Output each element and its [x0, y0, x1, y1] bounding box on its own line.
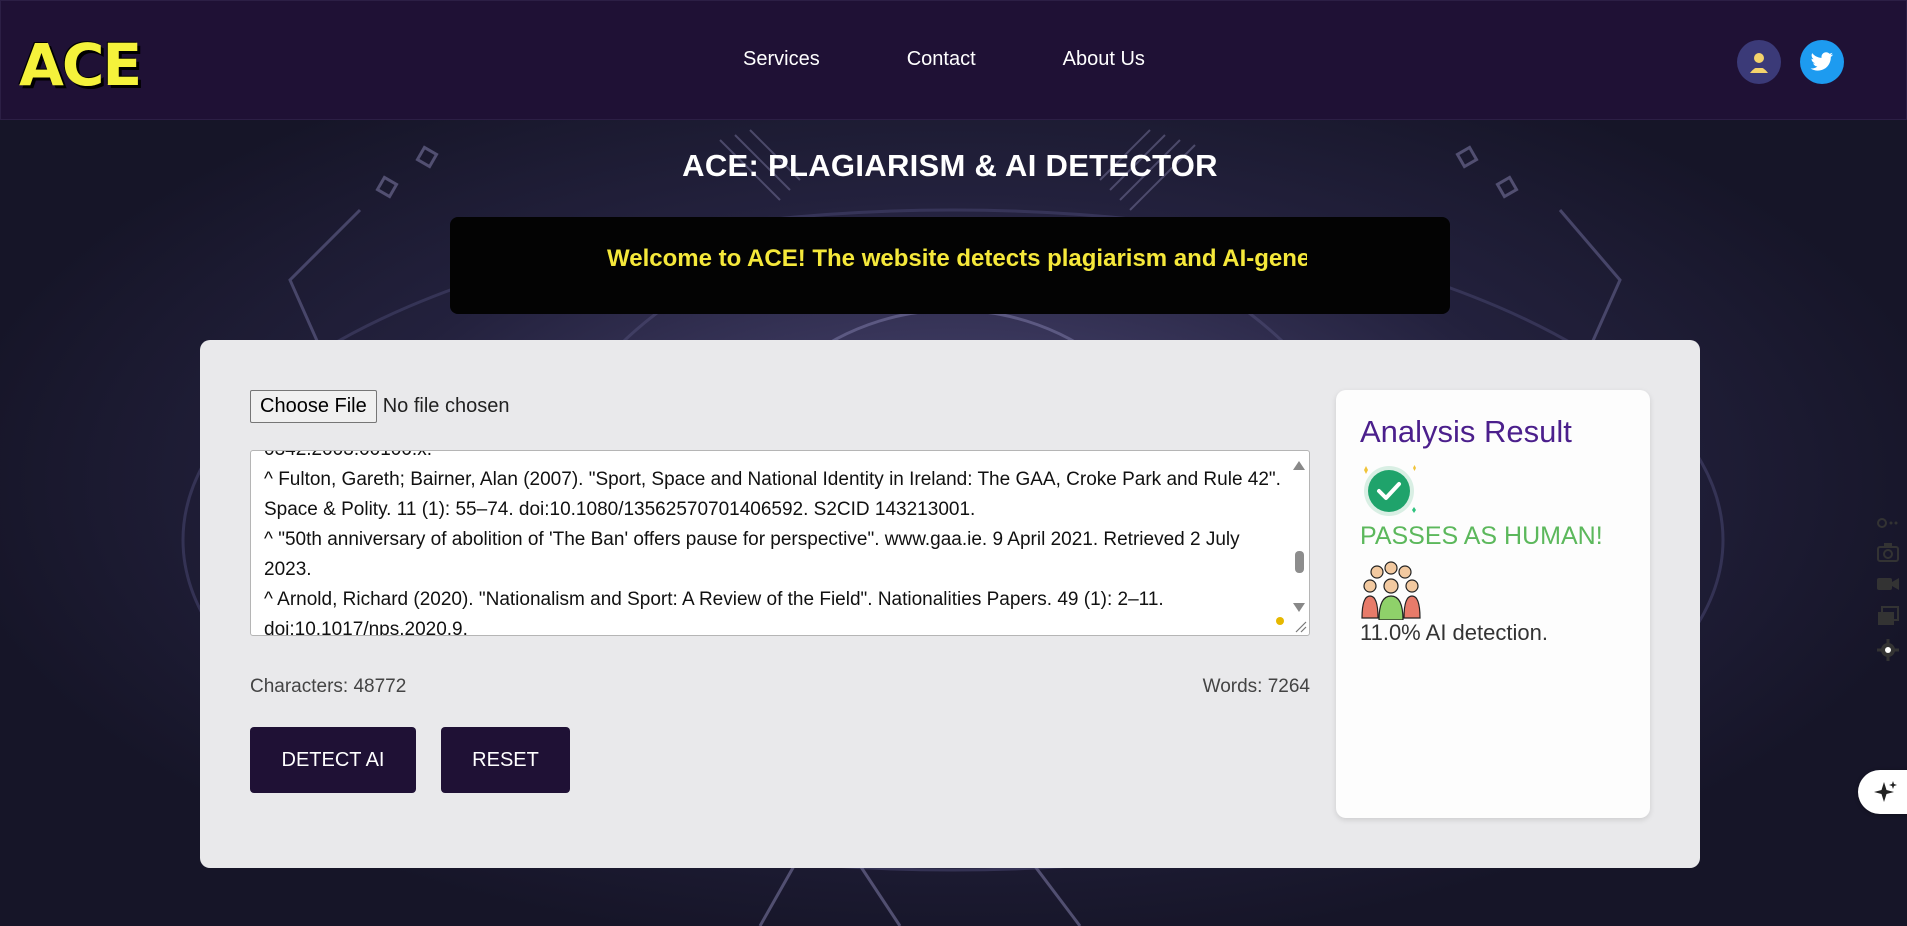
video-icon[interactable]	[1876, 572, 1900, 596]
gear-icon[interactable]	[1876, 638, 1900, 662]
people-group-icon	[1361, 561, 1421, 620]
character-count: Characters: 48772	[250, 676, 407, 697]
ace-logo[interactable]: ACE	[19, 31, 142, 99]
scroll-up-icon[interactable]	[1293, 461, 1305, 470]
welcome-banner: Welcome to ACE! The website detects plag…	[450, 217, 1450, 314]
result-title: Analysis Result	[1360, 414, 1572, 449]
verdict-text: PASSES AS HUMAN!	[1360, 522, 1603, 550]
page-title: ACE: PLAGIARISM & AI DETECTOR	[682, 148, 1218, 183]
nav-link-about-us[interactable]: About Us	[1063, 48, 1145, 71]
nav-links: Services Contact About Us	[743, 48, 1232, 71]
camera-icon[interactable]	[1876, 540, 1900, 564]
textarea-scrollbar[interactable]	[1289, 451, 1309, 635]
detect-ai-button[interactable]: DETECT AI	[250, 727, 416, 793]
file-upload: Choose File No file chosen	[250, 390, 509, 423]
windows-icon[interactable]	[1876, 604, 1900, 628]
sparkle-icon	[1874, 781, 1897, 802]
analysis-result-card: Analysis Result PASSES AS HUMAN! 11.0% A…	[1336, 390, 1650, 818]
word-count: Words: 7264	[1202, 676, 1310, 697]
assistant-fab[interactable]	[1858, 770, 1907, 814]
ai-detection-percentage: 11.0% AI detection.	[1360, 620, 1548, 645]
scroll-down-icon[interactable]	[1293, 603, 1305, 612]
text-input-area[interactable]: 0342.2003.00100.x. ^ Fulton, Gareth; Bai…	[250, 450, 1310, 636]
reset-button[interactable]: RESET	[441, 727, 570, 793]
text-input-content[interactable]: 0342.2003.00100.x. ^ Fulton, Gareth; Bai…	[264, 451, 1284, 635]
file-status: No file chosen	[382, 395, 510, 417]
resize-grip-icon[interactable]	[1293, 619, 1307, 633]
extension-icon[interactable]	[1876, 516, 1900, 530]
choose-file-button[interactable]: Choose File	[250, 390, 377, 423]
nav-link-contact[interactable]: Contact	[907, 48, 976, 71]
twitter-icon[interactable]	[1800, 40, 1844, 84]
check-badge-icon	[1364, 465, 1416, 516]
top-navbar: ACE Services Contact About Us	[0, 0, 1907, 120]
detector-panel: Choose File No file chosen 0342.2003.001…	[200, 340, 1700, 868]
welcome-banner-text: Welcome to ACE! The website detects plag…	[607, 245, 1307, 272]
user-icon[interactable]	[1737, 40, 1781, 84]
status-dot-icon	[1276, 617, 1284, 625]
nav-link-services[interactable]: Services	[743, 48, 820, 71]
scroll-thumb[interactable]	[1295, 551, 1304, 573]
